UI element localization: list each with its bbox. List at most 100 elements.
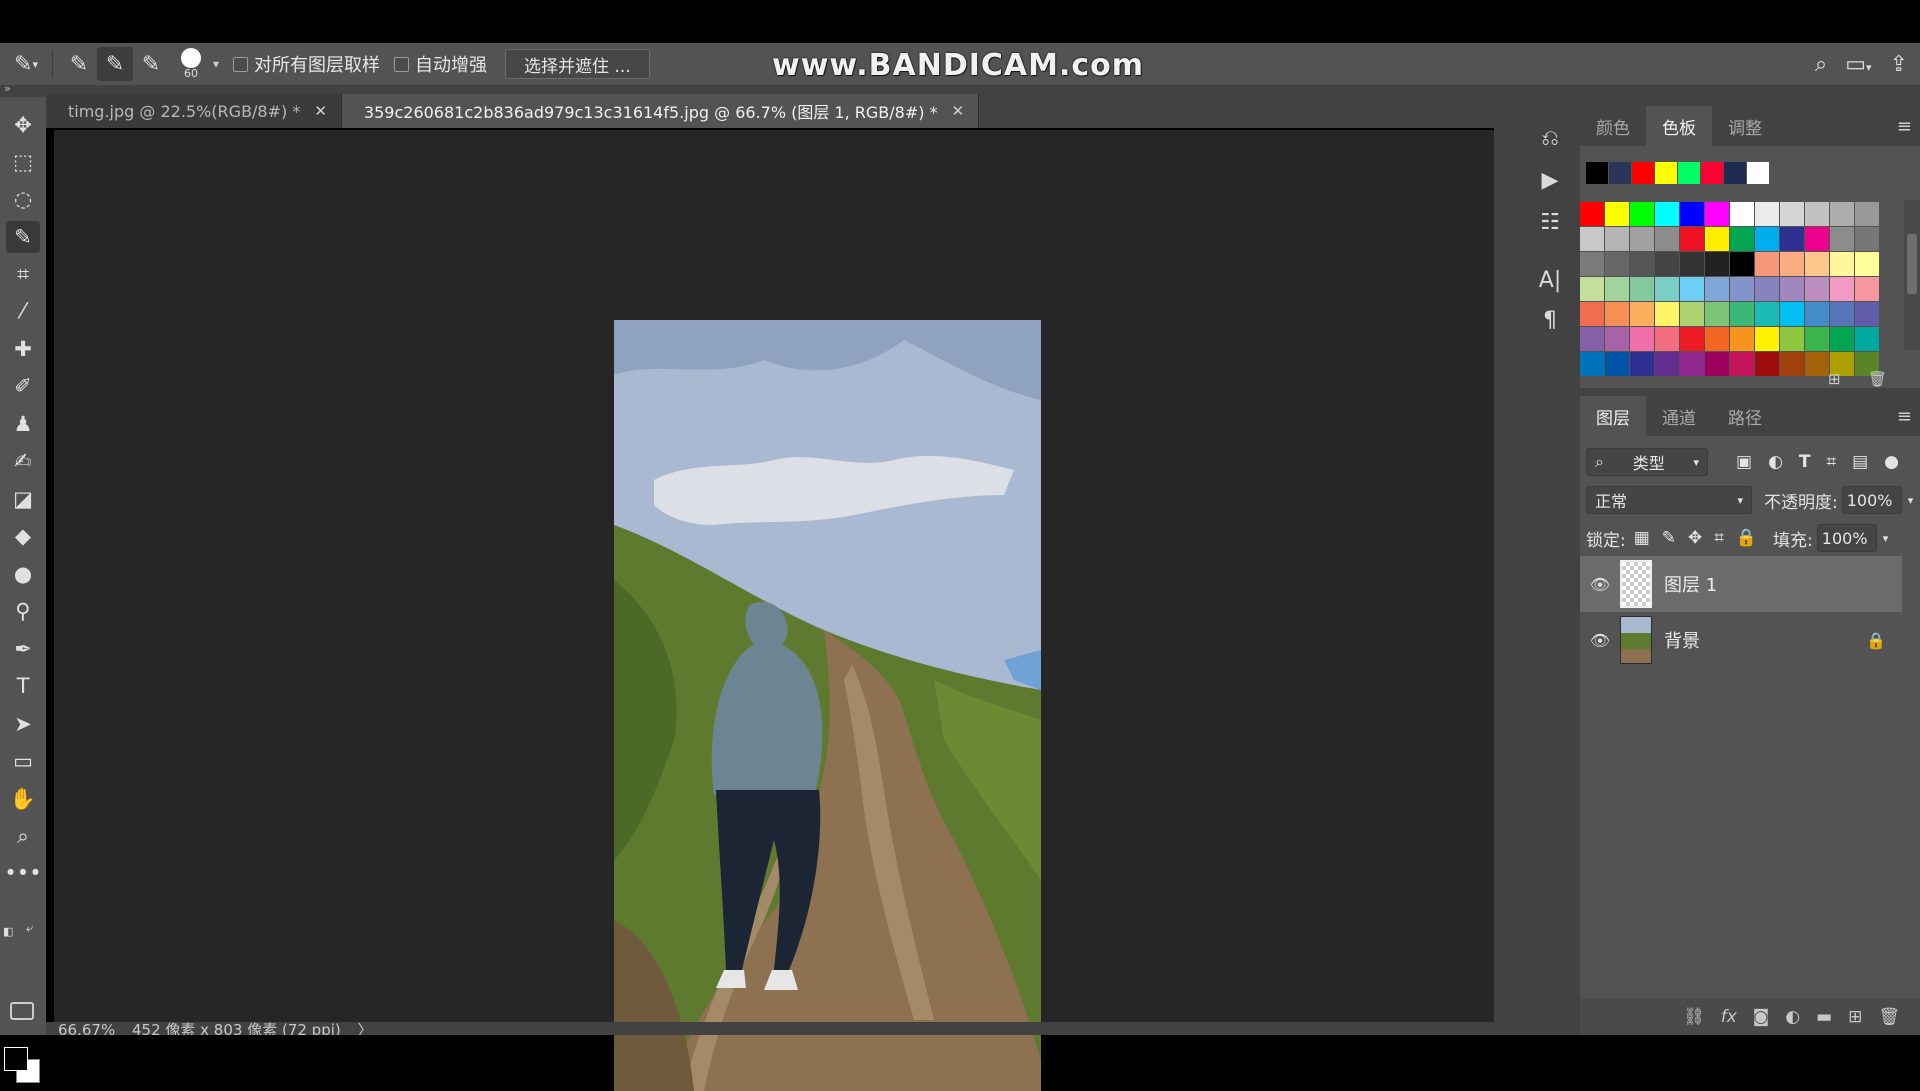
swatch[interactable] [1730,252,1754,276]
new-swatch-icon[interactable]: ⊞ [1828,370,1841,388]
eraser-icon[interactable]: ◪ [6,483,40,515]
delete-layer-icon[interactable]: 🗑 [1878,1007,1900,1027]
vertical-scrollbar[interactable] [1494,128,1520,1022]
swatch[interactable] [1580,327,1604,351]
default-colors-icon[interactable]: ◧ [3,925,13,938]
filter-adjustment-icon[interactable]: ◐ [1768,452,1783,472]
swatch[interactable] [1755,302,1779,326]
recent-swatch[interactable] [1678,162,1700,184]
link-layers-icon[interactable]: ⛓ [1683,1007,1705,1027]
add-to-selection-icon[interactable]: ✎ [97,47,133,81]
swatch[interactable] [1630,327,1654,351]
swatch[interactable] [1605,252,1629,276]
swatch[interactable] [1830,302,1854,326]
tab-swatches[interactable]: 色板 [1646,106,1712,146]
move-icon[interactable]: ✥ [6,109,40,141]
swatch[interactable] [1630,352,1654,376]
swatch[interactable] [1730,227,1754,251]
layer-name[interactable]: 背景 [1664,627,1700,653]
select-and-mask-button[interactable]: 选择并遮住 ... [505,49,650,79]
canvas-area[interactable] [54,130,1494,1091]
paint-bucket-icon[interactable]: ◆ [6,520,40,552]
search-icon[interactable]: ⌕ [1815,52,1827,77]
history-brush-icon[interactable]: ✍ [6,445,40,477]
swatch[interactable] [1580,227,1604,251]
lock-artboard-icon[interactable]: ⌗ [1714,528,1724,548]
recent-swatch[interactable] [1586,162,1608,184]
brush-size-picker[interactable]: 60 [169,47,213,81]
swatch[interactable] [1780,277,1804,301]
swatch[interactable] [1680,277,1704,301]
lasso-icon[interactable]: ◌ [6,183,40,215]
crop-icon[interactable]: ⌗ [6,258,40,290]
swatch[interactable] [1830,227,1854,251]
swatch[interactable] [1755,252,1779,276]
swatch[interactable] [1755,327,1779,351]
subtract-from-selection-icon[interactable]: ✎ [133,47,169,81]
layer-style-fx-icon[interactable]: fx [1721,1007,1737,1027]
swatch[interactable] [1805,352,1829,376]
sample-all-layers-checkbox[interactable]: 对所有图层取样 [233,51,380,77]
swatch[interactable] [1780,252,1804,276]
path-selection-icon[interactable]: ➤ [6,708,40,740]
delete-swatch-icon[interactable]: 🗑 [1868,370,1887,388]
document-info[interactable]: 452 像素 x 803 像素 (72 ppi) [132,1022,341,1035]
tool-preset-picker-icon[interactable]: ✎ ▾ [8,47,44,81]
swatch[interactable] [1580,202,1604,226]
recent-swatch[interactable] [1701,162,1723,184]
swatch[interactable] [1630,227,1654,251]
chevron-down-icon[interactable]: ▾ [1883,532,1889,545]
swatch[interactable] [1605,202,1629,226]
tab-paths[interactable]: 路径 [1712,396,1778,436]
swatch[interactable] [1655,202,1679,226]
swatch[interactable] [1805,277,1829,301]
swatch[interactable] [1805,302,1829,326]
swatch[interactable] [1855,227,1879,251]
swatch[interactable] [1605,352,1629,376]
swatch[interactable] [1680,227,1704,251]
swatch[interactable] [1805,227,1829,251]
tab-color[interactable]: 颜色 [1580,106,1646,146]
close-icon[interactable]: ✕ [952,102,965,120]
swatch[interactable] [1680,352,1704,376]
type-icon[interactable]: T [6,670,40,702]
swatch[interactable] [1705,352,1729,376]
swatch[interactable] [1705,202,1729,226]
clone-stamp-icon[interactable]: ♟ [6,408,40,440]
chevron-down-icon[interactable]: ▾ [213,57,219,71]
new-group-icon[interactable]: ▬ [1816,1007,1832,1027]
opacity-input[interactable]: 100% [1841,486,1902,514]
filter-pixel-icon[interactable]: ▣ [1736,452,1752,472]
swatch[interactable] [1780,302,1804,326]
lock-image-icon[interactable]: ✎ [1662,528,1676,548]
swatch[interactable] [1830,277,1854,301]
swatch[interactable] [1780,202,1804,226]
visibility-eye-icon[interactable]: 👁 [1580,631,1620,650]
swatch[interactable] [1655,352,1679,376]
swatch[interactable] [1805,252,1829,276]
healing-brush-icon[interactable]: ✚ [6,333,40,365]
swatch[interactable] [1680,302,1704,326]
swatch[interactable] [1855,302,1879,326]
swatch[interactable] [1655,252,1679,276]
swatch[interactable] [1730,277,1754,301]
swatch[interactable] [1630,277,1654,301]
swatch[interactable] [1855,252,1879,276]
swatches-scrollbar[interactable] [1904,200,1920,350]
actions-play-icon[interactable]: ▶ [1532,164,1568,196]
swatch[interactable] [1705,227,1729,251]
tab-timg[interactable]: timg.jpg @ 22.5%(RGB/8#) * ✕ [46,94,342,128]
chevron-down-icon[interactable]: ▾ [1908,494,1914,507]
new-layer-icon[interactable]: ⊞ [1848,1007,1862,1027]
quick-selection-icon[interactable]: ✎ [6,221,40,253]
swatch[interactable] [1705,252,1729,276]
layer-name[interactable]: 图层 1 [1664,571,1717,597]
paragraph-icon[interactable]: ¶ [1532,304,1568,336]
chevron-right-icon[interactable]: 〉 [358,1022,373,1035]
filter-kind-select[interactable]: ⌕ 类型 ▾ [1586,448,1708,476]
swatch[interactable] [1680,202,1704,226]
swatch[interactable] [1605,302,1629,326]
character-icon[interactable]: A| [1532,264,1568,296]
swatch[interactable] [1730,327,1754,351]
new-selection-icon[interactable]: ✎ [61,47,97,81]
